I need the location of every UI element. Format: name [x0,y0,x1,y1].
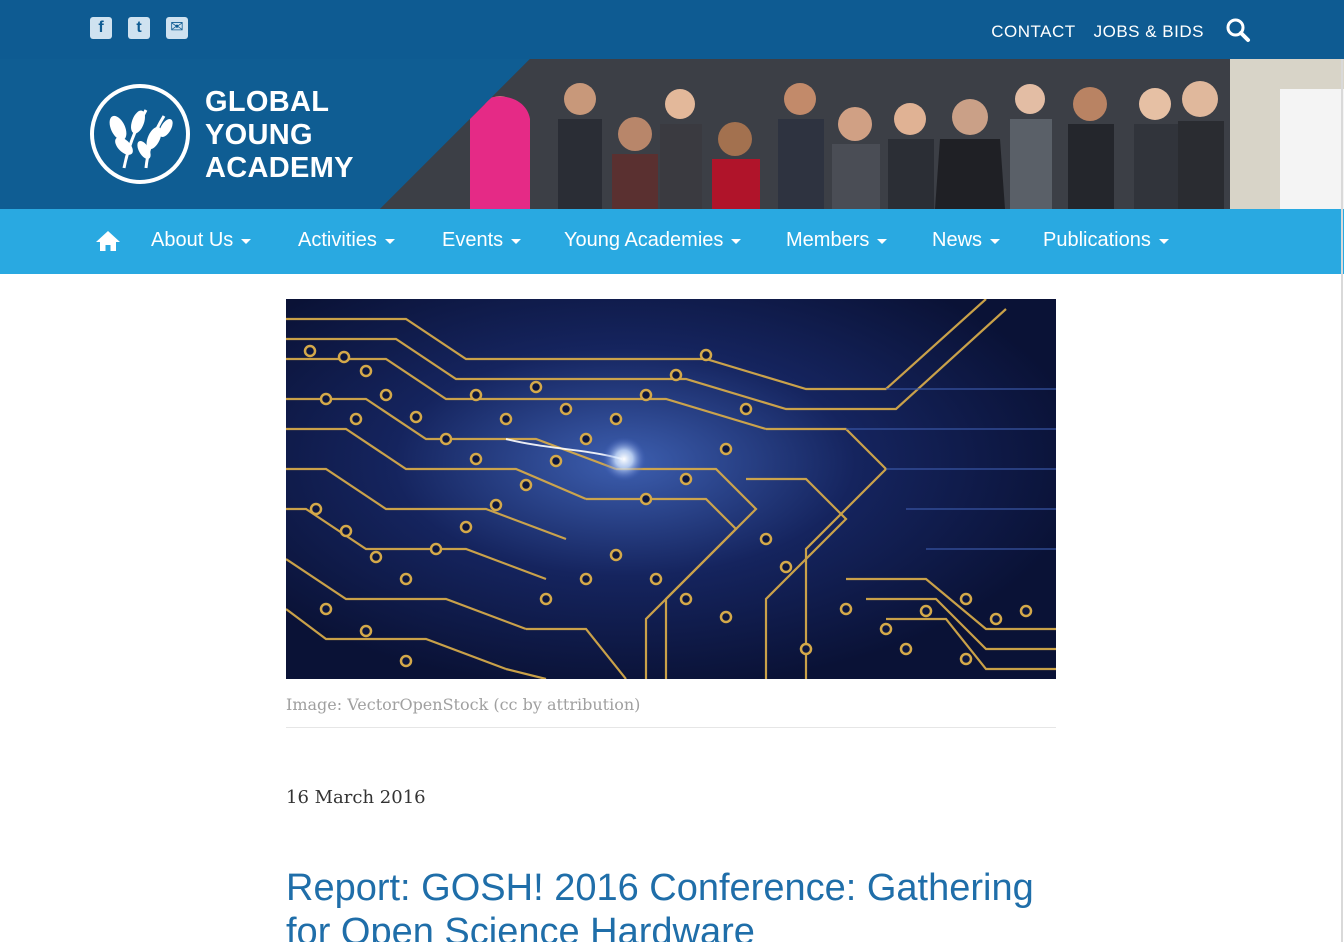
nav-item-label: About Us [151,229,234,251]
nav-item-label: Publications [1043,229,1151,251]
envelope-icon[interactable]: ✉ [166,17,188,39]
nav-item-young-academies[interactable]: Young Academies [564,229,742,252]
top-bar: f t ✉ CONTACT JOBS & BIDS [0,0,1344,59]
caret-down-icon [731,239,742,244]
nav-item-label: Young Academies [564,229,724,251]
logo-line: ACADEMY [205,152,354,184]
caret-down-icon [990,239,1001,244]
home-icon[interactable] [95,230,121,252]
caret-down-icon [511,239,522,244]
nav-item-publications[interactable]: Publications [1043,229,1169,252]
twitter-icon[interactable]: t [128,17,150,39]
nav-item-news[interactable]: News [932,229,1001,252]
site-logo-text[interactable]: GLOBAL YOUNG ACADEMY [205,86,354,185]
logo-line: GLOBAL [205,86,330,118]
main-nav: About Us Activities Events Young Academi… [0,209,1344,274]
divider [286,727,1056,728]
nav-item-about-us[interactable]: About Us [151,229,252,252]
caret-down-icon [384,239,395,244]
logo-line: YOUNG [205,119,313,151]
nav-item-label: Members [786,229,870,251]
jobs-bids-link[interactable]: JOBS & BIDS [1094,22,1204,42]
image-caption: Image: VectorOpenStock (cc by attributio… [286,695,641,714]
caret-down-icon [877,239,888,244]
top-links: CONTACT JOBS & BIDS [991,22,1204,42]
caret-down-icon [1158,239,1169,244]
search-icon[interactable] [1225,17,1251,43]
facebook-icon[interactable]: f [90,17,112,39]
leaf-emblem-icon[interactable] [90,84,190,184]
contact-link[interactable]: CONTACT [991,22,1075,42]
nav-item-label: News [932,229,983,251]
nav-item-label: Activities [298,229,377,251]
nav-item-members[interactable]: Members [786,229,888,252]
caret-down-icon [241,239,252,244]
nav-item-label: Events [442,229,504,251]
site-header: GLOBAL YOUNG ACADEMY [0,59,1344,209]
page-edge [1341,59,1343,942]
social-links: f t ✉ [90,17,188,39]
nav-item-events[interactable]: Events [442,229,522,252]
article-date: 16 March 2016 [286,787,426,808]
article-title: Report: GOSH! 2016 Conference: Gathering… [286,867,1034,942]
header-group-photo [380,59,1344,209]
article-hero-image [286,299,1056,679]
nav-item-activities[interactable]: Activities [298,229,395,252]
